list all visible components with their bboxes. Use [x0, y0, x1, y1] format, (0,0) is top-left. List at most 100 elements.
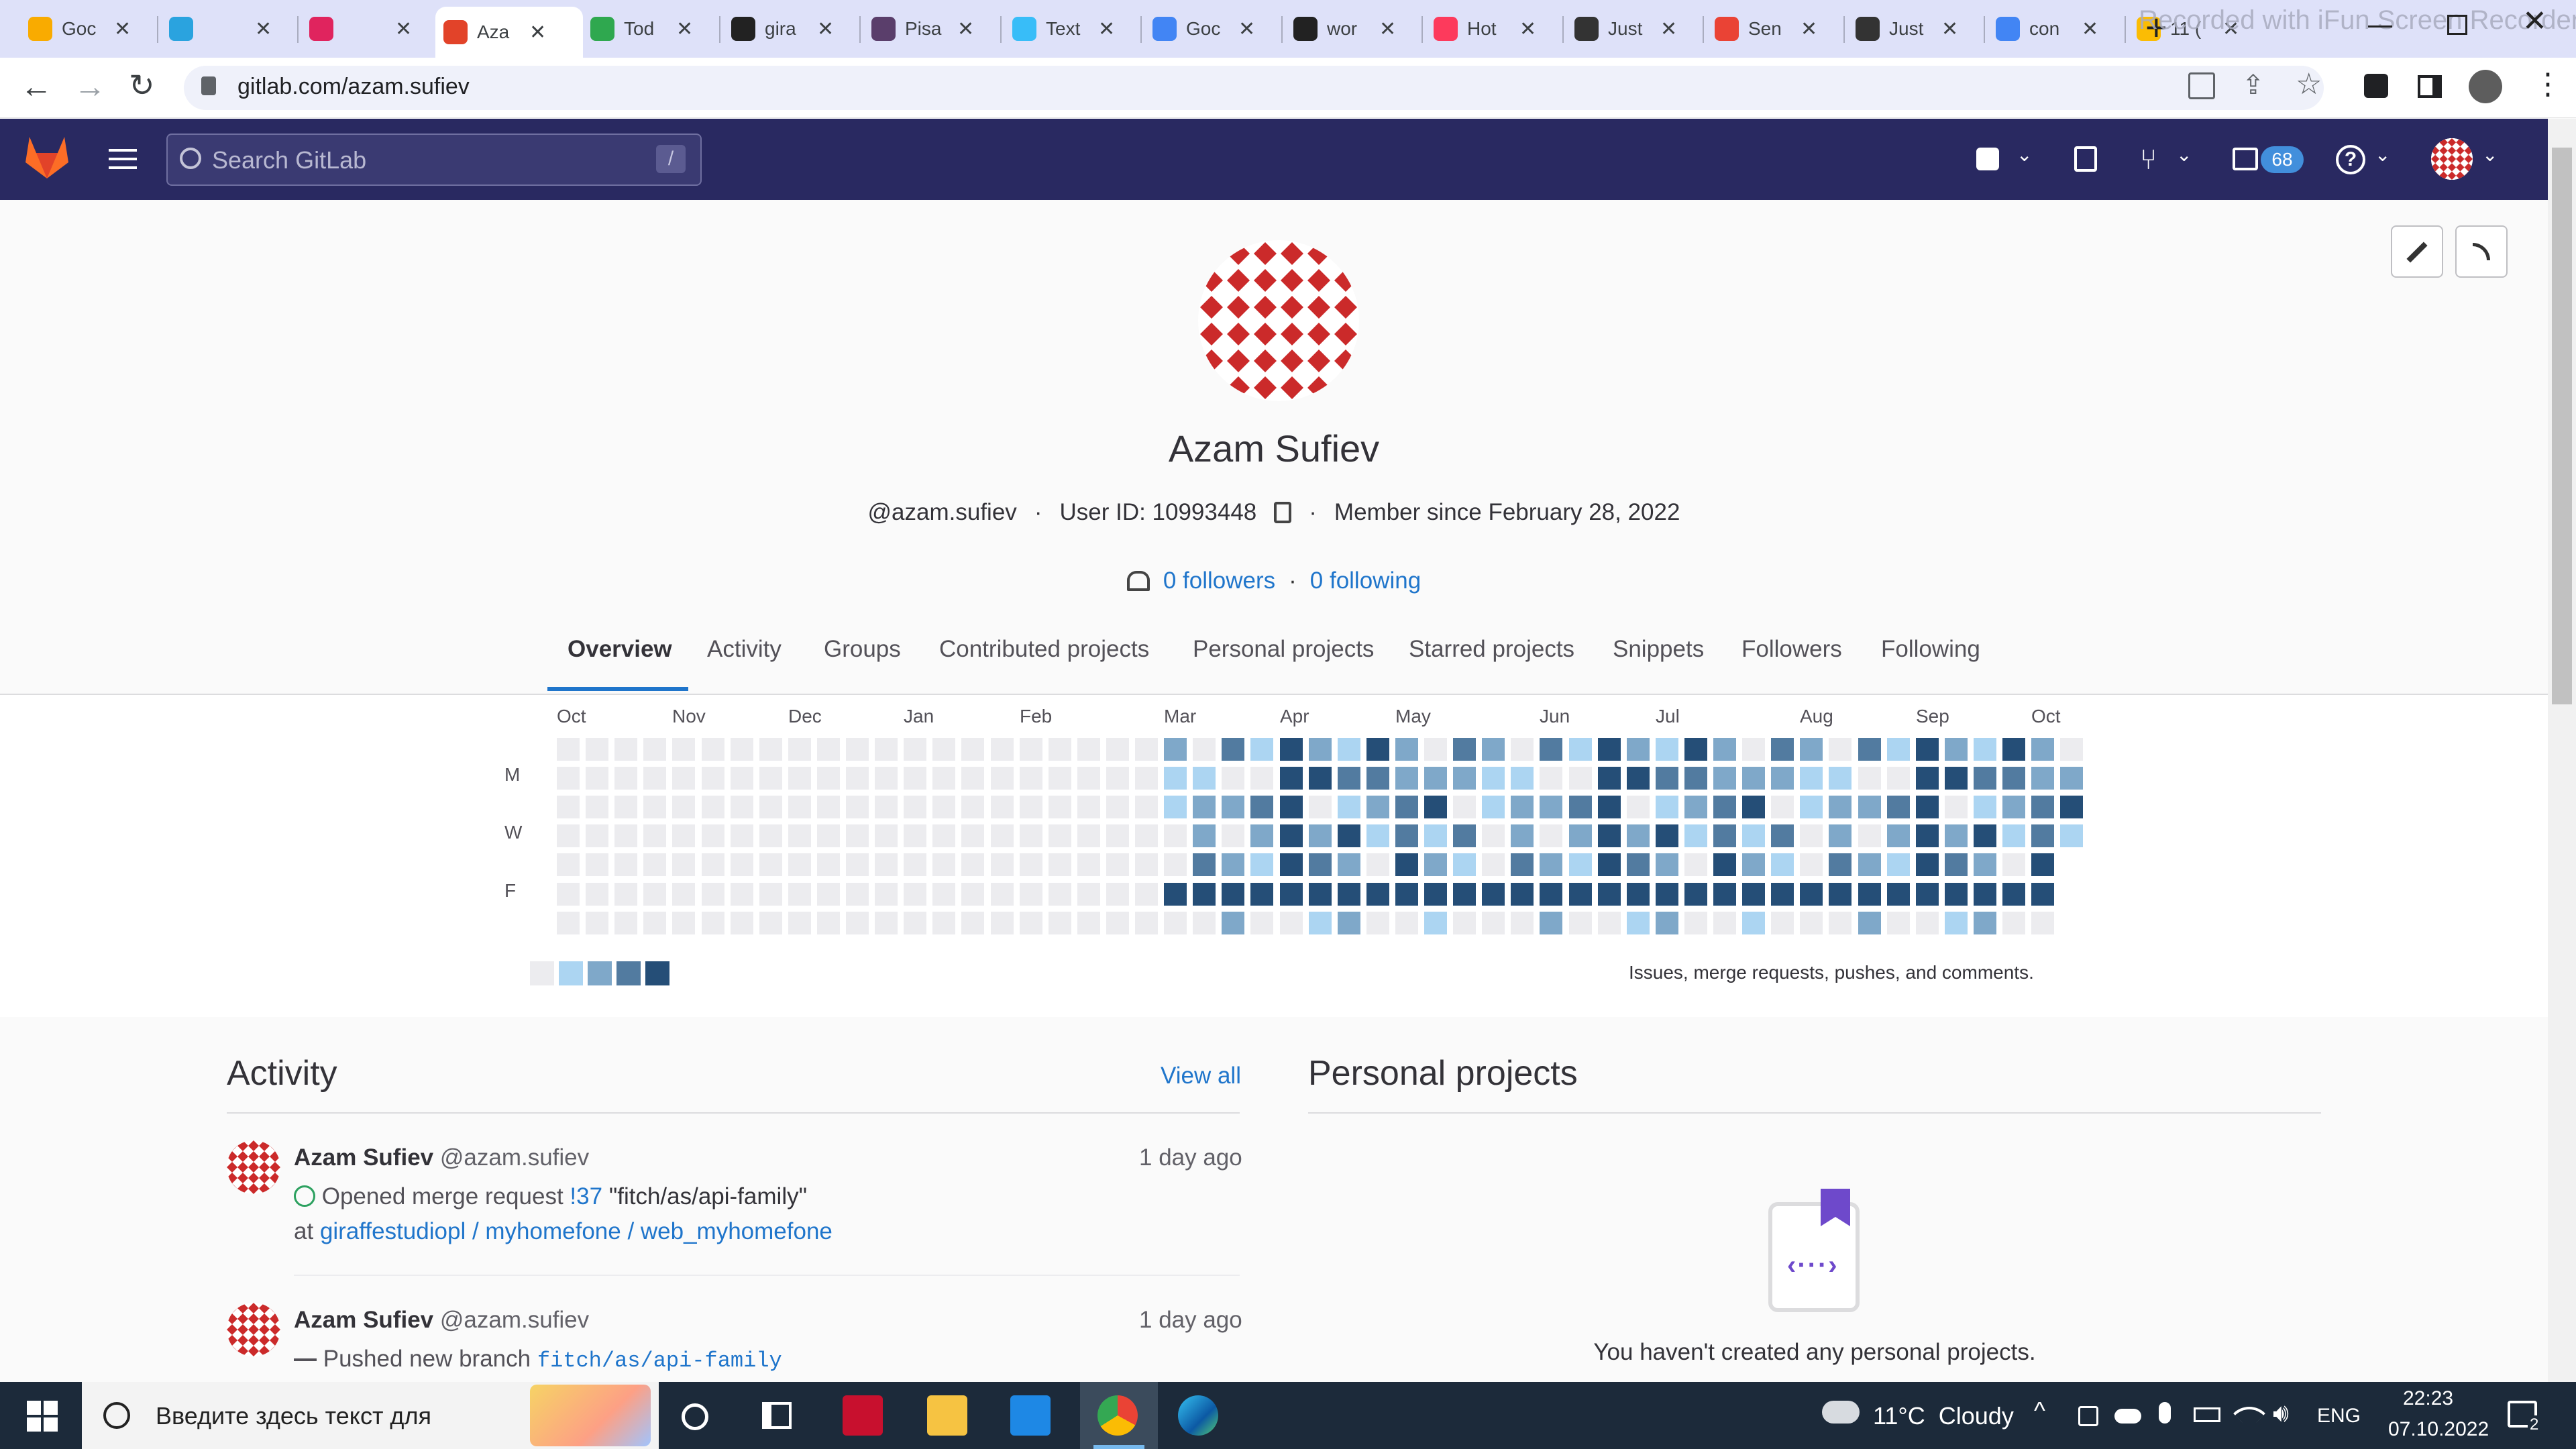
calendar-day-cell[interactable]	[1309, 767, 1332, 790]
calendar-day-cell[interactable]	[1742, 796, 1765, 818]
close-tab-icon[interactable]: ✕	[817, 17, 834, 41]
calendar-day-cell[interactable]	[846, 738, 869, 761]
calendar-day-cell[interactable]	[1974, 767, 1996, 790]
tray-chevron-icon[interactable]: ^	[2034, 1397, 2045, 1425]
calendar-day-cell[interactable]	[1366, 738, 1389, 761]
calendar-day-cell[interactable]	[1684, 796, 1707, 818]
calendar-day-cell[interactable]	[759, 767, 782, 790]
calendar-day-cell[interactable]	[904, 883, 926, 906]
reload-icon[interactable]: ↻	[129, 67, 155, 103]
calendar-day-cell[interactable]	[1077, 912, 1100, 934]
calendar-day-cell[interactable]	[557, 738, 580, 761]
battery-icon[interactable]	[2194, 1407, 2220, 1422]
omnibox[interactable]	[184, 66, 2324, 110]
calendar-day-cell[interactable]	[1049, 738, 1071, 761]
close-tab-icon[interactable]: ✕	[1660, 17, 1677, 41]
calendar-day-cell[interactable]	[875, 738, 898, 761]
browser-tab[interactable]: Just ✕	[1847, 7, 1982, 51]
calendar-day-cell[interactable]	[731, 767, 753, 790]
calendar-day-cell[interactable]	[1713, 912, 1736, 934]
calendar-day-cell[interactable]	[961, 912, 984, 934]
todo-count-badge[interactable]: 68	[2261, 146, 2304, 173]
calendar-day-cell[interactable]	[1598, 796, 1621, 818]
merge-requests-icon[interactable]: ⑂	[2140, 144, 2157, 176]
calendar-day-cell[interactable]	[2031, 767, 2054, 790]
project-path-link[interactable]: giraffestudiopl / myhomefone / web_myhom…	[320, 1218, 833, 1244]
calendar-day-cell[interactable]	[1945, 796, 1968, 818]
calendar-day-cell[interactable]	[1887, 767, 1910, 790]
calendar-day-cell[interactable]	[1569, 883, 1592, 906]
calendar-day-cell[interactable]	[875, 883, 898, 906]
calendar-day-cell[interactable]	[1656, 912, 1678, 934]
rss-feed-button[interactable]	[2455, 225, 2508, 278]
calendar-day-cell[interactable]	[1049, 824, 1071, 847]
calendar-day-cell[interactable]	[1049, 796, 1071, 818]
calendar-day-cell[interactable]	[1222, 912, 1244, 934]
calendar-day-cell[interactable]	[846, 767, 869, 790]
back-icon[interactable]: ←	[20, 68, 52, 105]
calendar-day-cell[interactable]	[2031, 853, 2054, 876]
extensions-icon[interactable]	[2364, 74, 2388, 98]
windows-start-icon[interactable]	[27, 1401, 58, 1432]
calendar-day-cell[interactable]	[1829, 767, 1851, 790]
followers-link[interactable]: 0 followers	[1163, 568, 1275, 594]
calendar-day-cell[interactable]	[932, 767, 955, 790]
calendar-day-cell[interactable]	[1656, 824, 1678, 847]
calendar-day-cell[interactable]	[1338, 824, 1360, 847]
calendar-day-cell[interactable]	[1974, 796, 1996, 818]
calendar-day-cell[interactable]	[788, 912, 811, 934]
close-tab-icon[interactable]: ✕	[957, 17, 974, 41]
calendar-day-cell[interactable]	[1916, 796, 1939, 818]
calendar-day-cell[interactable]	[1250, 767, 1273, 790]
calendar-day-cell[interactable]	[1077, 767, 1100, 790]
calendar-day-cell[interactable]	[1366, 883, 1389, 906]
calendar-day-cell[interactable]	[759, 853, 782, 876]
calendar-day-cell[interactable]	[1627, 767, 1650, 790]
calendar-day-cell[interactable]	[1887, 824, 1910, 847]
calendar-day-cell[interactable]	[991, 824, 1014, 847]
calendar-day-cell[interactable]	[1684, 767, 1707, 790]
calendar-day-cell[interactable]	[1193, 738, 1216, 761]
calendar-day-cell[interactable]	[2031, 824, 2054, 847]
calendar-day-cell[interactable]	[731, 883, 753, 906]
calendar-day-cell[interactable]	[1713, 824, 1736, 847]
calendar-day-cell[interactable]	[1771, 738, 1794, 761]
calendar-day-cell[interactable]	[614, 738, 637, 761]
calendar-day-cell[interactable]	[788, 824, 811, 847]
calendar-day-cell[interactable]	[1366, 796, 1389, 818]
calendar-day-cell[interactable]	[1482, 883, 1505, 906]
view-all-link[interactable]: View all	[1161, 1063, 1241, 1089]
calendar-day-cell[interactable]	[932, 912, 955, 934]
calendar-day-cell[interactable]	[1916, 824, 1939, 847]
calendar-day-cell[interactable]	[1164, 853, 1187, 876]
file-explorer-icon[interactable]	[927, 1395, 967, 1436]
calendar-day-cell[interactable]	[1858, 796, 1881, 818]
calendar-day-cell[interactable]	[1049, 883, 1071, 906]
calendar-day-cell[interactable]	[1020, 738, 1042, 761]
calendar-day-cell[interactable]	[932, 796, 955, 818]
calendar-day-cell[interactable]	[1482, 796, 1505, 818]
calendar-day-cell[interactable]	[1222, 796, 1244, 818]
calendar-day-cell[interactable]	[1222, 824, 1244, 847]
calendar-day-cell[interactable]	[1424, 767, 1447, 790]
calendar-day-cell[interactable]	[1222, 883, 1244, 906]
calendar-day-cell[interactable]	[1742, 738, 1765, 761]
onedrive-icon[interactable]	[2114, 1409, 2141, 1424]
chrome-icon[interactable]	[1097, 1395, 1138, 1436]
calendar-day-cell[interactable]	[1309, 738, 1332, 761]
calendar-day-cell[interactable]	[904, 767, 926, 790]
calendar-day-cell[interactable]	[1106, 796, 1129, 818]
calendar-day-cell[interactable]	[702, 883, 724, 906]
calendar-day-cell[interactable]	[614, 853, 637, 876]
calendar-day-cell[interactable]	[1020, 912, 1042, 934]
calendar-day-cell[interactable]	[702, 738, 724, 761]
calendar-day-cell[interactable]	[1800, 883, 1823, 906]
calendar-day-cell[interactable]	[586, 796, 608, 818]
calendar-day-cell[interactable]	[1627, 796, 1650, 818]
calendar-day-cell[interactable]	[817, 824, 840, 847]
calendar-day-cell[interactable]	[1771, 853, 1794, 876]
calendar-day-cell[interactable]	[1829, 883, 1851, 906]
calendar-day-cell[interactable]	[1482, 853, 1505, 876]
calendar-day-cell[interactable]	[586, 767, 608, 790]
calendar-day-cell[interactable]	[991, 883, 1014, 906]
